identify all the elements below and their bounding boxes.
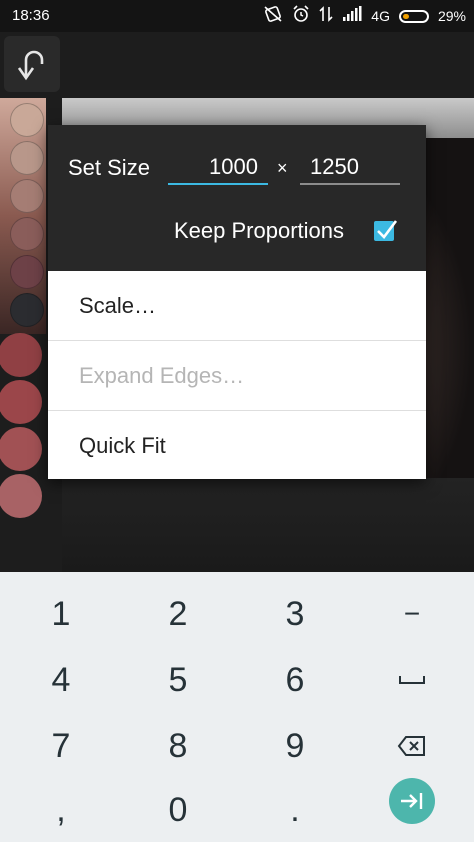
backspace-icon: [397, 736, 425, 756]
key-space[interactable]: [353, 648, 471, 712]
key-8[interactable]: 8: [119, 714, 237, 778]
undo-arrow-icon: [17, 50, 44, 81]
space-icon: [399, 676, 425, 684]
resize-dialog: Set Size 1000 × 1250 Keep Proportions Sc…: [48, 125, 426, 479]
menu-item-label: Expand Edges…: [79, 363, 245, 388]
key-4[interactable]: 4: [2, 648, 120, 712]
key-0[interactable]: 0: [119, 778, 237, 842]
menu-item-label: Quick Fit: [79, 433, 166, 458]
status-time: 18:36: [12, 7, 50, 24]
color-swatch[interactable]: [10, 293, 44, 327]
color-swatch[interactable]: [0, 474, 42, 518]
color-swatch[interactable]: [10, 217, 44, 251]
key-1[interactable]: 1: [2, 582, 120, 646]
height-value: 1250: [310, 154, 359, 179]
battery-icon: [398, 9, 429, 23]
key-3[interactable]: 3: [236, 582, 354, 646]
color-swatch[interactable]: [0, 333, 42, 377]
key-9[interactable]: 9: [236, 714, 354, 778]
status-bar: 18:36 4G 29%: [0, 0, 474, 32]
height-field[interactable]: 1250: [300, 153, 400, 185]
color-swatch[interactable]: [10, 255, 44, 289]
next-tab-icon: [401, 793, 423, 809]
numeric-keyboard: 1 2 3 − 4 5 6 7 8 9 , 0 .: [0, 572, 474, 842]
battery-percent: 29%: [437, 8, 466, 24]
key-comma[interactable]: ,: [2, 778, 120, 842]
key-minus[interactable]: −: [353, 582, 471, 646]
enter-key[interactable]: [389, 778, 435, 824]
color-swatch[interactable]: [10, 103, 44, 137]
color-swatch[interactable]: [10, 141, 44, 175]
network-type: 4G: [371, 8, 390, 24]
times-symbol: ×: [277, 158, 288, 178]
status-icons: 4G 29%: [263, 5, 466, 27]
set-size-panel: Set Size 1000 × 1250 Keep Proportions: [48, 125, 426, 271]
screen-rotation-icon: [263, 5, 283, 27]
color-swatch[interactable]: [0, 380, 42, 424]
key-period[interactable]: .: [236, 778, 354, 842]
width-field[interactable]: 1000: [168, 153, 268, 185]
battery-level: [402, 13, 409, 19]
menu-item-scale[interactable]: Scale…: [48, 271, 426, 340]
key-backspace[interactable]: [353, 714, 471, 778]
width-value: 1000: [209, 154, 258, 179]
keep-proportions-checkbox[interactable]: [374, 220, 398, 241]
key-6[interactable]: 6: [236, 648, 354, 712]
resize-menu: Scale… Expand Edges… Quick Fit: [48, 271, 426, 479]
color-swatch[interactable]: [0, 427, 42, 471]
menu-item-label: Scale…: [79, 293, 157, 318]
alarm-icon: [292, 5, 310, 27]
set-size-label: Set Size: [68, 155, 150, 180]
checkmark-icon: [377, 220, 398, 239]
signal-icon: [342, 6, 362, 26]
data-transfer-icon: [319, 5, 333, 27]
key-2[interactable]: 2: [119, 582, 237, 646]
menu-item-expand-edges: Expand Edges…: [48, 341, 426, 410]
key-7[interactable]: 7: [2, 714, 120, 778]
undo-button[interactable]: [4, 36, 60, 92]
photo-background-bottom: [62, 478, 474, 572]
menu-item-quick-fit[interactable]: Quick Fit: [48, 411, 426, 480]
key-5[interactable]: 5: [119, 648, 237, 712]
color-swatch[interactable]: [10, 179, 44, 213]
keep-proportions-label: Keep Proportions: [174, 218, 344, 243]
